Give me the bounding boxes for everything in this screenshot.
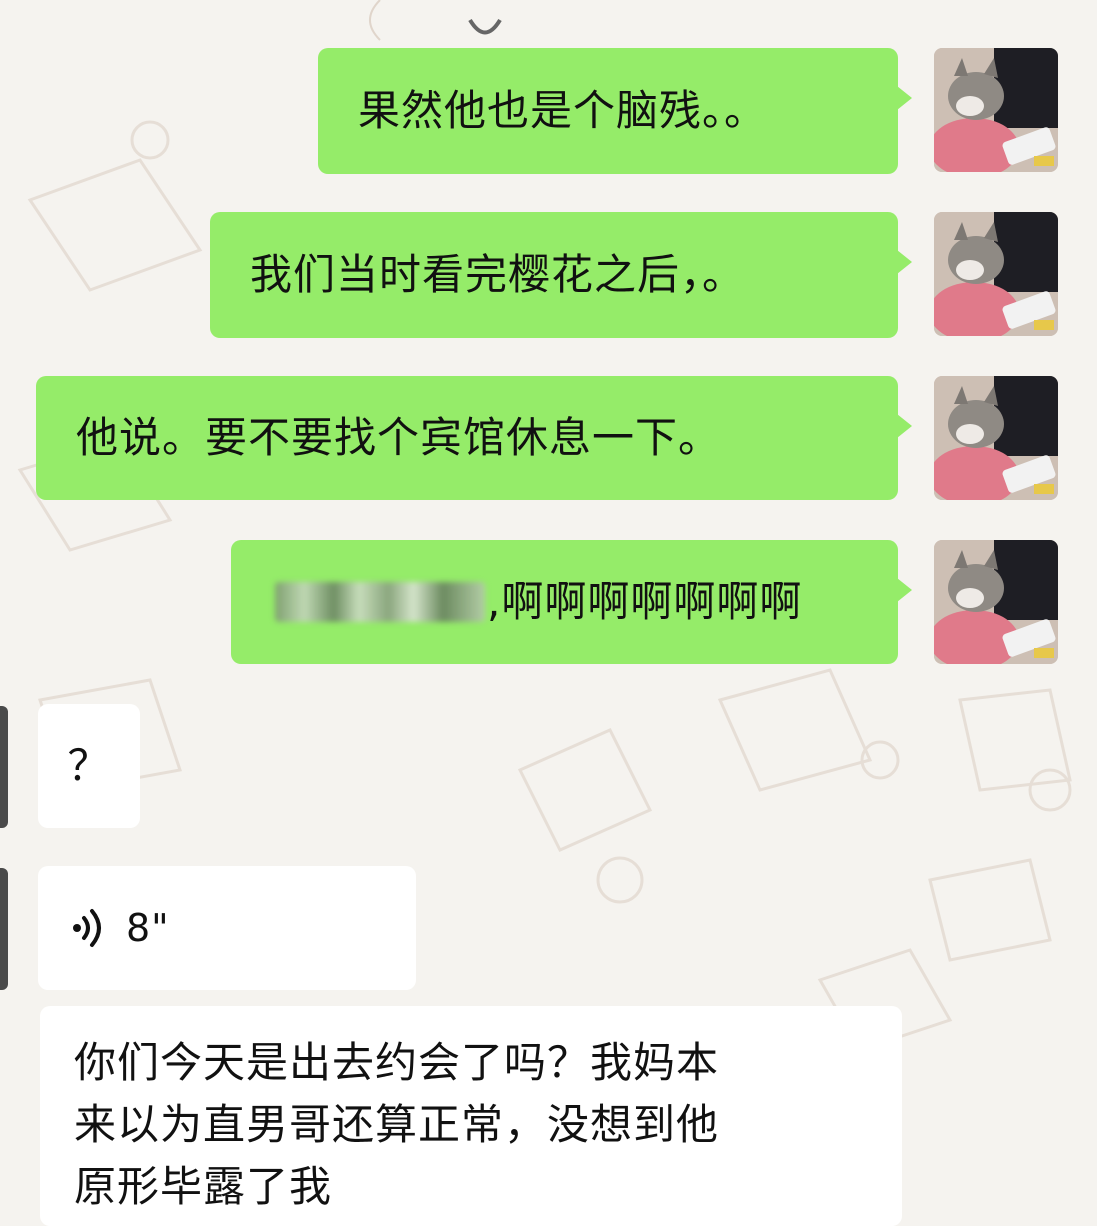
incoming-message-bubble[interactable]: 你们今天是出去约会了吗？我妈本 来以为直男哥还算正常，没想到他 原形毕露了我 [40,1006,902,1226]
message-row: 果然他也是个脑残。。 [0,48,1097,174]
cat-avatar-icon [934,540,1058,664]
message-row: ,啊啊啊啊啊啊啊 [0,540,1097,664]
user-avatar[interactable] [934,212,1058,336]
message-row: 你们今天是出去约会了吗？我妈本 来以为直男哥还算正常，没想到他 原形毕露了我 [0,1006,1097,1226]
user-avatar[interactable] [934,48,1058,172]
outgoing-message-bubble[interactable]: 果然他也是个脑残。。 [318,48,912,174]
user-avatar[interactable] [934,376,1058,500]
voice-duration: 8" [126,906,170,950]
outgoing-message-bubble[interactable]: 他说。要不要找个宾馆休息一下。 [36,376,912,500]
message-text-line: 你们今天是出去约会了吗？我妈本 [74,1038,720,1087]
message-row: ？ [0,704,1097,828]
contact-avatar-edge[interactable] [0,868,8,990]
message-row: 我们当时看完樱花之后，。 [0,212,1097,338]
outgoing-message-bubble[interactable]: 我们当时看完樱花之后，。 [210,212,912,338]
message-row: 他说。要不要找个宾馆休息一下。 [0,376,1097,500]
contact-avatar-edge[interactable] [0,706,8,828]
redacted-text-blur [275,582,485,622]
message-text: 他说。要不要找个宾馆休息一下。 [76,413,722,462]
cat-avatar-icon [934,48,1058,172]
message-text-line: 来以为直男哥还算正常，没想到他 [74,1100,720,1149]
user-avatar[interactable] [934,540,1058,664]
voice-message-bubble[interactable]: 8" [38,866,416,990]
message-text: 果然他也是个脑残。。 [358,86,768,135]
cat-avatar-icon [934,376,1058,500]
message-text: ,啊啊啊啊啊啊啊 [487,577,803,626]
message-text: 我们当时看完樱花之后，。 [250,250,746,299]
message-text-line: 原形毕露了我 [74,1162,333,1211]
outgoing-message-bubble[interactable]: ,啊啊啊啊啊啊啊 [231,540,912,664]
incoming-message-bubble[interactable]: ？ [38,704,140,828]
message-row: 8" [0,866,1097,990]
voice-wave-icon [72,908,106,948]
message-text: ？ [67,741,111,790]
cat-avatar-icon [934,212,1058,336]
